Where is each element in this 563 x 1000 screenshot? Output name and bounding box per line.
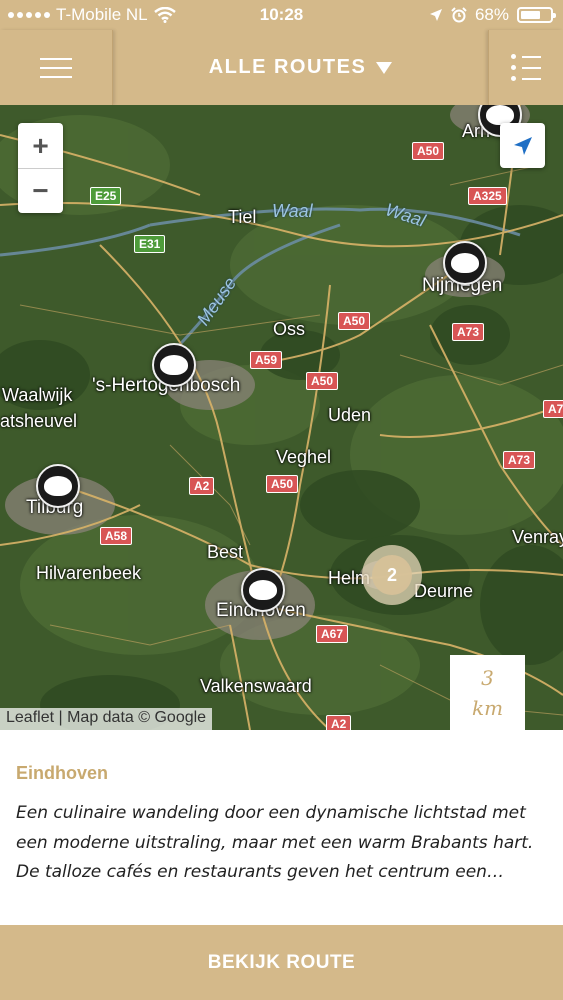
cluster-count: 2 (372, 555, 412, 595)
route-marker[interactable] (36, 464, 80, 508)
route-marker[interactable] (443, 241, 487, 285)
road-shield: A2 (189, 477, 215, 495)
battery-percent: 68% (474, 5, 509, 24)
road-shield: A59 (250, 351, 283, 369)
place-label: atsheuvel (0, 411, 78, 431)
road-shield: A73 (452, 323, 485, 341)
road-shield: A325 (468, 187, 507, 205)
place-label: Valkenswaard (200, 676, 312, 696)
road-shield: A2 (326, 715, 352, 730)
zoom-control: + − (18, 123, 63, 213)
place-label: Oss (273, 319, 306, 339)
route-title: Eindhoven (16, 763, 109, 783)
locate-button[interactable] (500, 123, 545, 168)
navigation-arrow-icon (513, 136, 532, 155)
marker-cluster[interactable]: 2 (362, 545, 422, 605)
route-marker[interactable] (152, 343, 196, 387)
zoom-out-button[interactable]: − (18, 168, 63, 213)
route-info-panel: Eindhoven Een culinaire wandeling door e… (0, 730, 563, 925)
place-label: Best (207, 542, 244, 562)
view-route-button[interactable]: BEKIJK ROUTE (0, 925, 563, 1000)
location-arrow-icon (429, 9, 442, 21)
place-label: Uden (328, 405, 372, 425)
road-shield: A50 (412, 142, 445, 160)
list-view-button[interactable] (488, 30, 563, 105)
road-shield: A50 (266, 475, 299, 493)
scale-indicator: 3 km (450, 655, 525, 730)
alarm-icon (451, 7, 467, 23)
route-description: Een culinaire wandeling door een dynamis… (16, 803, 534, 882)
status-right: 68% (429, 5, 556, 25)
map-attribution[interactable]: Leaflet | Map data © Google (0, 708, 213, 730)
list-icon (511, 48, 541, 87)
place-label: Waalwijk (2, 385, 73, 405)
header-title: ALLE ROUTES (208, 56, 367, 78)
place-label: Tiel (228, 207, 257, 227)
place-label: Venray (512, 527, 563, 547)
road-shield: A7 (543, 400, 563, 418)
road-shield: A50 (338, 312, 371, 330)
scale-unit: km (471, 695, 504, 720)
app-header: ALLE ROUTES (0, 30, 563, 105)
place-label: Veghel (276, 447, 332, 467)
scale-value: 3 (481, 665, 494, 690)
status-bar: T-Mobile NL 10:28 68% (0, 0, 563, 30)
road-shield: A73 (503, 451, 536, 469)
menu-button[interactable] (0, 30, 113, 105)
water-label: Waal (272, 201, 313, 221)
caret-down-icon (376, 61, 393, 74)
route-marker-selected[interactable] (241, 568, 285, 612)
place-label: Deurne (414, 581, 474, 601)
road-shield: A50 (306, 372, 339, 390)
road-shield: A67 (316, 625, 349, 643)
road-shield: E31 (134, 235, 166, 253)
map[interactable]: Waal Waal Meuse Arn Tiel Nijmegen Oss 's… (0, 105, 563, 730)
place-label: Hilvarenbeek (36, 563, 142, 583)
zoom-in-button[interactable]: + (18, 123, 63, 168)
road-shield: A58 (100, 527, 133, 545)
routes-dropdown[interactable]: ALLE ROUTES (113, 30, 488, 105)
battery-icon (517, 7, 556, 23)
road-shield: E25 (90, 187, 122, 205)
hamburger-icon (40, 51, 72, 85)
